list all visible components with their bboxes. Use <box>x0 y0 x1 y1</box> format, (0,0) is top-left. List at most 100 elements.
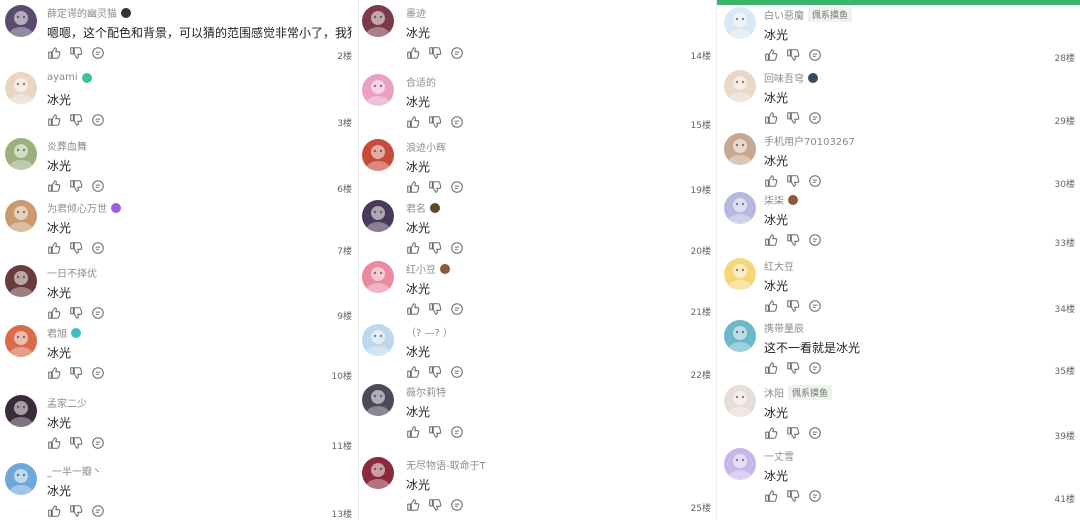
like-button[interactable] <box>406 365 420 379</box>
like-button[interactable] <box>47 504 61 518</box>
like-button[interactable] <box>47 306 61 320</box>
avatar[interactable] <box>724 7 756 39</box>
dislike-button[interactable] <box>428 365 442 379</box>
like-button[interactable] <box>47 241 61 255</box>
avatar[interactable] <box>362 324 394 356</box>
dislike-button[interactable] <box>69 241 83 255</box>
like-button[interactable] <box>764 111 778 125</box>
avatar[interactable] <box>724 448 756 480</box>
avatar[interactable] <box>5 5 37 37</box>
avatar[interactable] <box>5 463 37 495</box>
username[interactable]: 孟家二少 <box>47 395 87 410</box>
reply-button[interactable] <box>91 179 105 193</box>
like-button[interactable] <box>47 46 61 60</box>
avatar[interactable] <box>724 133 756 165</box>
like-button[interactable] <box>406 180 420 194</box>
username[interactable]: 回味吾穹 <box>764 70 804 85</box>
avatar[interactable] <box>724 70 756 102</box>
dislike-button[interactable] <box>69 504 83 518</box>
like-button[interactable] <box>406 46 420 60</box>
dislike-button[interactable] <box>786 174 800 188</box>
username[interactable]: 柒柒 <box>764 192 784 207</box>
dislike-button[interactable] <box>69 46 83 60</box>
dislike-button[interactable] <box>428 498 442 512</box>
username[interactable]: ayami <box>47 72 78 83</box>
like-button[interactable] <box>406 115 420 129</box>
username[interactable]: 薛定谔的幽灵猫 <box>47 5 117 20</box>
like-button[interactable] <box>47 179 61 193</box>
dislike-button[interactable] <box>786 111 800 125</box>
reply-button[interactable] <box>808 174 822 188</box>
username[interactable]: 无尽物语-取命于T <box>406 457 486 472</box>
avatar[interactable] <box>5 72 37 104</box>
dislike-button[interactable] <box>786 233 800 247</box>
reply-button[interactable] <box>808 489 822 503</box>
like-button[interactable] <box>764 361 778 375</box>
username[interactable]: 一丈雪 <box>764 448 794 463</box>
reply-button[interactable] <box>91 504 105 518</box>
avatar[interactable] <box>724 385 756 417</box>
like-button[interactable] <box>406 302 420 316</box>
username[interactable]: 为君倾心万世 <box>47 200 107 215</box>
dislike-button[interactable] <box>428 425 442 439</box>
like-button[interactable] <box>406 425 420 439</box>
avatar[interactable] <box>362 74 394 106</box>
like-button[interactable] <box>764 174 778 188</box>
reply-button[interactable] <box>450 302 464 316</box>
like-button[interactable] <box>406 241 420 255</box>
reply-button[interactable] <box>808 426 822 440</box>
avatar[interactable] <box>362 384 394 416</box>
avatar[interactable] <box>362 261 394 293</box>
reply-button[interactable] <box>808 48 822 62</box>
username[interactable]: 炎葬血舞 <box>47 138 87 153</box>
dislike-button[interactable] <box>428 46 442 60</box>
dislike-button[interactable] <box>786 299 800 313</box>
like-button[interactable] <box>764 489 778 503</box>
dislike-button[interactable] <box>786 426 800 440</box>
reply-button[interactable] <box>91 46 105 60</box>
like-button[interactable] <box>764 233 778 247</box>
username[interactable]: 手机用户70103267 <box>764 133 855 148</box>
reply-button[interactable] <box>450 115 464 129</box>
username[interactable]: 合适的 <box>406 74 436 89</box>
username[interactable]: 沐阳 <box>764 385 784 400</box>
username[interactable]: _一半一瓣丶 <box>47 463 102 478</box>
dislike-button[interactable] <box>69 113 83 127</box>
dislike-button[interactable] <box>69 366 83 380</box>
like-button[interactable] <box>764 426 778 440</box>
like-button[interactable] <box>47 113 61 127</box>
avatar[interactable] <box>5 265 37 297</box>
avatar[interactable] <box>724 320 756 352</box>
like-button[interactable] <box>47 366 61 380</box>
reply-button[interactable] <box>450 241 464 255</box>
username[interactable]: 一日不择优 <box>47 265 97 280</box>
reply-button[interactable] <box>91 306 105 320</box>
avatar[interactable] <box>724 192 756 224</box>
reply-button[interactable] <box>808 111 822 125</box>
reply-button[interactable] <box>450 498 464 512</box>
dislike-button[interactable] <box>786 489 800 503</box>
username[interactable]: 红大豆 <box>764 258 794 273</box>
dislike-button[interactable] <box>786 361 800 375</box>
like-button[interactable] <box>406 498 420 512</box>
reply-button[interactable] <box>91 366 105 380</box>
username[interactable]: 红小豆 <box>406 261 436 276</box>
username[interactable]: （? —? ） <box>406 324 453 339</box>
reply-button[interactable] <box>450 365 464 379</box>
avatar[interactable] <box>724 258 756 290</box>
reply-button[interactable] <box>450 180 464 194</box>
avatar[interactable] <box>5 325 37 357</box>
username[interactable]: 白い惡魔 <box>764 7 804 22</box>
username[interactable]: 携带量辰 <box>764 320 804 335</box>
username[interactable]: 薇尔莉特 <box>406 384 446 399</box>
username[interactable]: 墨迹 <box>406 5 426 20</box>
avatar[interactable] <box>362 457 394 489</box>
reply-button[interactable] <box>91 113 105 127</box>
avatar[interactable] <box>5 200 37 232</box>
reply-button[interactable] <box>91 436 105 450</box>
dislike-button[interactable] <box>428 180 442 194</box>
dislike-button[interactable] <box>69 436 83 450</box>
like-button[interactable] <box>764 48 778 62</box>
dislike-button[interactable] <box>69 306 83 320</box>
reply-button[interactable] <box>808 299 822 313</box>
